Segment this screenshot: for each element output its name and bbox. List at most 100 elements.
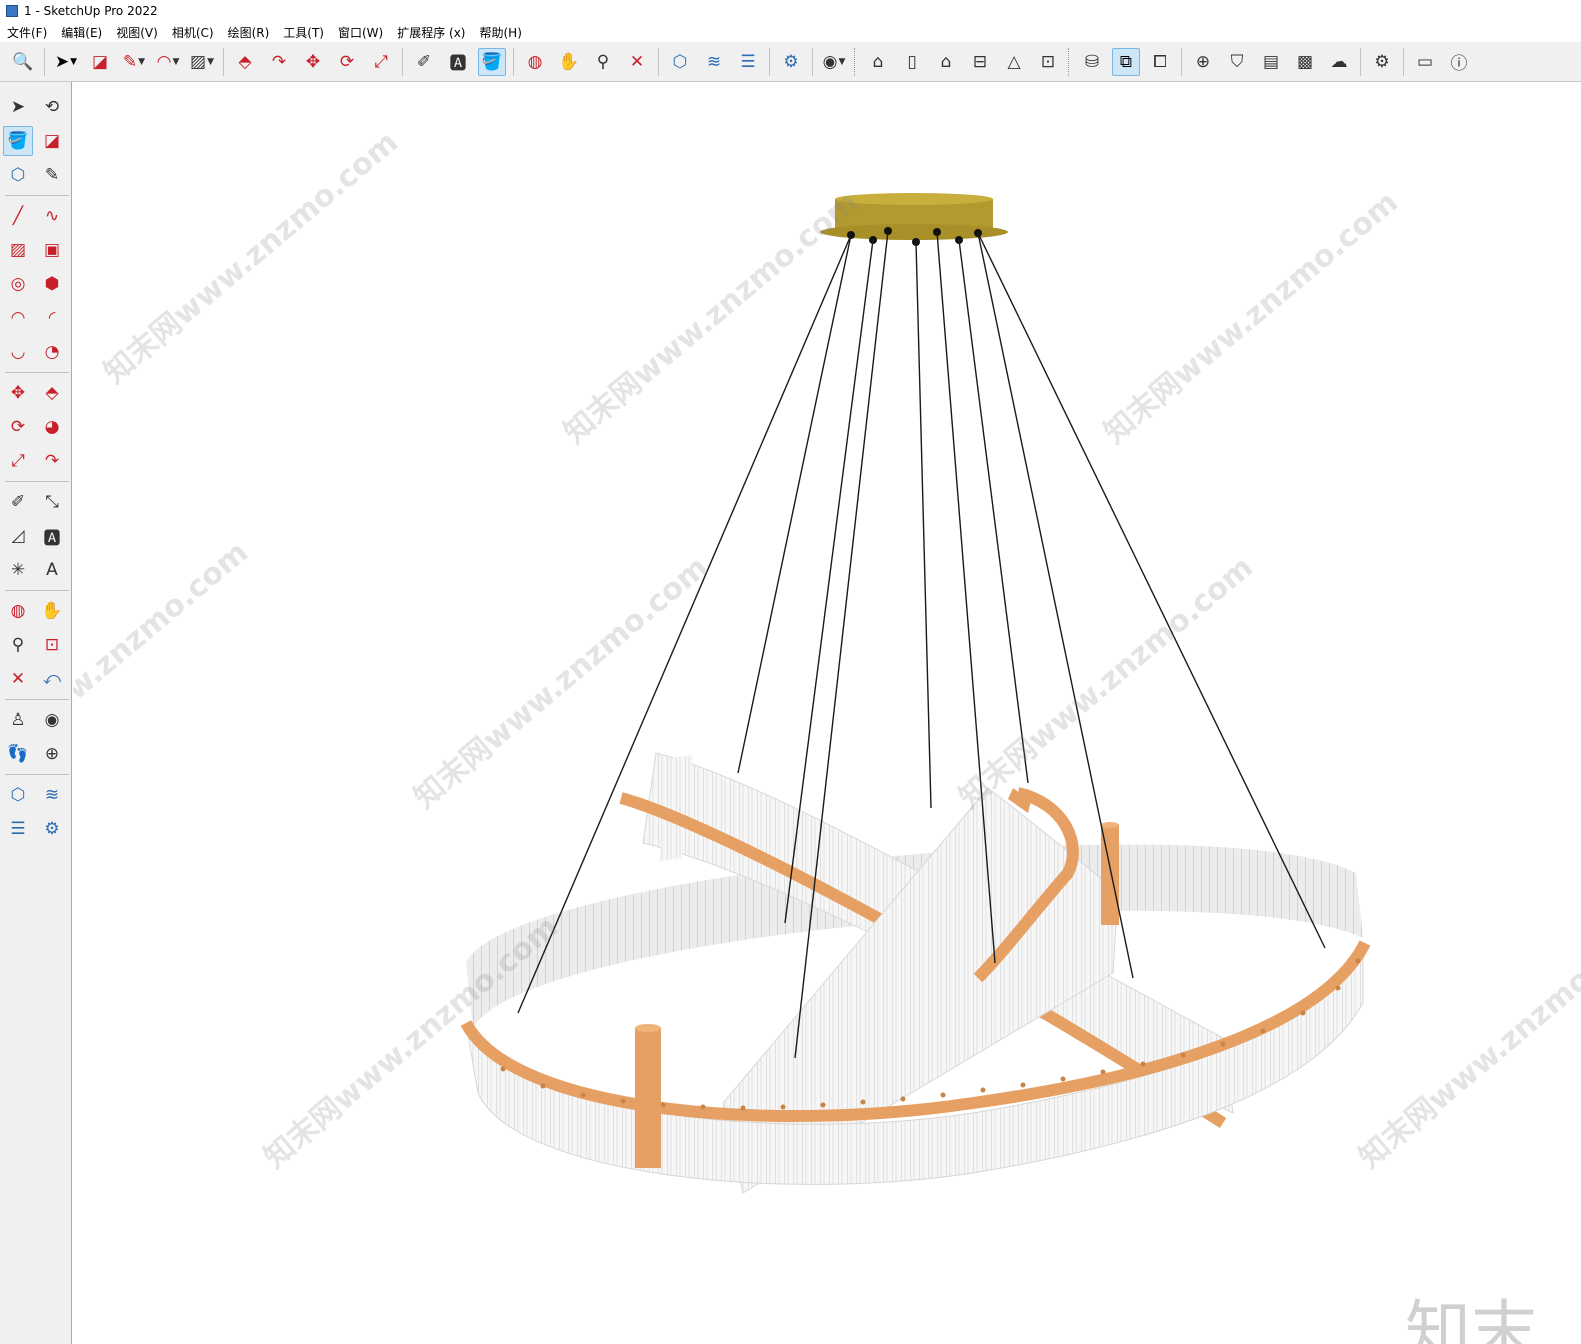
title-bar: 1 - SketchUp Pro 2022	[0, 0, 1581, 22]
chat-icon[interactable]: ▭	[1411, 48, 1439, 76]
menu-edit[interactable]: 编辑(E)	[54, 24, 109, 41]
settings-icon[interactable]: ⚙	[1368, 48, 1396, 76]
rotate-icon[interactable]: ⟳	[333, 48, 361, 76]
scale-icon[interactable]: ⤢	[367, 48, 395, 76]
report-icon[interactable]: ▤	[1257, 48, 1285, 76]
rotated-rectangle-icon[interactable]: ▣	[37, 235, 67, 265]
styles-panel-icon[interactable]: ≋	[37, 780, 67, 810]
arc-icon[interactable]: ◠ ▼	[154, 48, 182, 76]
walk-tool-icon[interactable]: 👣	[3, 739, 33, 769]
paint-bucket-tool-icon[interactable]: 🪣	[3, 126, 33, 156]
menu-extensions[interactable]: 扩展程序 (x)	[390, 24, 472, 41]
polygon-tool-icon[interactable]: ⬢	[37, 269, 67, 299]
text-icon[interactable]: 🅰	[444, 48, 472, 76]
add-icon[interactable]: ⊕	[1189, 48, 1217, 76]
menu-help[interactable]: 帮助(H)	[472, 24, 528, 41]
outliner-icon[interactable]: ⚙	[777, 48, 805, 76]
rectangle-icon[interactable]: ▨ ▼	[188, 48, 216, 76]
paint-bucket-icon[interactable]: 🪣	[478, 47, 506, 76]
tool-separator	[5, 481, 69, 482]
checker-icon[interactable]: ▩	[1291, 48, 1319, 76]
circle-tool-icon[interactable]: ◎	[3, 269, 33, 299]
layers-icon[interactable]: ☰	[734, 48, 762, 76]
layers-panel-icon[interactable]: ☰	[3, 814, 33, 844]
freehand-tool-icon[interactable]: ∿	[37, 201, 67, 231]
tag-tool-icon[interactable]: ✎	[37, 160, 67, 190]
search-icon[interactable]: 🔍	[9, 48, 37, 76]
orbit-icon[interactable]: ◍	[521, 48, 549, 76]
lasso-tool-icon[interactable]: ⟲	[37, 92, 67, 122]
line-tool-icon[interactable]: ╱	[3, 201, 33, 231]
eraser-tool-icon[interactable]: ◪	[37, 126, 67, 156]
text-tool-icon[interactable]: 🅰	[37, 521, 67, 551]
select-icon[interactable]: ➤ ▼	[52, 48, 80, 76]
follow-me-tool-icon[interactable]: ◕	[37, 412, 67, 442]
menu-window[interactable]: 窗口(W)	[331, 24, 390, 41]
move-tool-icon[interactable]: ✥	[3, 378, 33, 408]
make-component-icon[interactable]: ⬡	[3, 160, 33, 190]
zoom-extents-tool-icon[interactable]: ✕	[3, 664, 33, 694]
menu-tools[interactable]: 工具(T)	[276, 24, 331, 41]
arc-tool-icon[interactable]: ◠	[3, 303, 33, 333]
previous-view-icon[interactable]: ⤺	[37, 664, 67, 694]
toolbar-separator	[1181, 47, 1182, 76]
follow-me-icon[interactable]: ↷	[265, 48, 293, 76]
front-view-icon[interactable]: ⊟	[966, 48, 994, 76]
styles-icon[interactable]: ≋	[700, 48, 728, 76]
back-view-icon[interactable]: ⊡	[1034, 48, 1062, 76]
move-icon[interactable]: ✥	[299, 48, 327, 76]
two-point-arc-icon[interactable]: ◜	[37, 303, 67, 333]
toolbar-separator	[769, 47, 770, 76]
push-pull-tool-icon[interactable]: ⬘	[37, 378, 67, 408]
tool-separator	[5, 195, 69, 196]
warehouse-icon[interactable]: ⛁	[1078, 48, 1106, 76]
axes-tool-icon[interactable]: ✳	[3, 555, 33, 585]
section-icon[interactable]: ⧉	[1112, 47, 1140, 76]
section-plane-icon[interactable]: ⊕	[37, 739, 67, 769]
top-view-icon[interactable]: ▯	[898, 48, 926, 76]
zoom-tool-icon[interactable]: ⚲	[3, 630, 33, 660]
shield-icon[interactable]: ⛉	[1223, 48, 1251, 76]
push-pull-icon[interactable]: ⬘	[231, 48, 259, 76]
pie-tool-icon[interactable]: ◔	[37, 337, 67, 367]
look-around-icon[interactable]: ◉	[37, 705, 67, 735]
three-point-arc-icon[interactable]: ◡	[3, 337, 33, 367]
rotate-tool-icon[interactable]: ⟳	[3, 412, 33, 442]
toolbar-separator	[402, 47, 403, 76]
cloud-upload-icon[interactable]: ☁	[1325, 48, 1353, 76]
offset-tool-icon[interactable]: ↷	[37, 446, 67, 476]
iso-view-icon[interactable]: ⌂	[864, 48, 892, 76]
zoom-window-icon[interactable]: ⊡	[37, 630, 67, 660]
tape-measure-tool-icon[interactable]: ✐	[3, 487, 33, 517]
menu-camera[interactable]: 相机(C)	[165, 24, 221, 41]
toolbar-grip[interactable]	[1068, 47, 1072, 76]
orbit-tool-icon[interactable]: ◍	[3, 596, 33, 626]
dimension-tool-icon[interactable]: ⤡	[37, 487, 67, 517]
zoom-extents-icon[interactable]: ✕	[623, 48, 651, 76]
pencil-icon[interactable]: ✎ ▼	[120, 48, 148, 76]
home-icon[interactable]: ⌂	[932, 48, 960, 76]
pan-tool-icon[interactable]: ✋	[37, 596, 67, 626]
position-camera-icon[interactable]: ♙	[3, 705, 33, 735]
scale-tool-icon[interactable]: ⤢	[3, 446, 33, 476]
model-viewport[interactable]: 知末网www.znzmo.com 知末网www.znzmo.com 知末网www…	[73, 83, 1581, 1344]
rectangle-tool-icon[interactable]: ▨	[3, 235, 33, 265]
zoom-icon[interactable]: ⚲	[589, 48, 617, 76]
pan-icon[interactable]: ✋	[555, 48, 583, 76]
components-icon[interactable]: ⬡	[666, 48, 694, 76]
profile-icon[interactable]: ◉ ▼	[820, 48, 848, 76]
outliner-panel-icon[interactable]: ⚙	[37, 814, 67, 844]
menu-draw[interactable]: 绘图(R)	[221, 24, 277, 41]
right-view-icon[interactable]: △	[1000, 48, 1028, 76]
menu-view[interactable]: 视图(V)	[109, 24, 165, 41]
info-icon[interactable]: ⓘ	[1445, 48, 1473, 76]
tape-measure-icon[interactable]: ✐	[410, 48, 438, 76]
scene-icon[interactable]: ⧠	[1146, 48, 1174, 76]
protractor-tool-icon[interactable]: ◿	[3, 521, 33, 551]
menu-file[interactable]: 文件(F)	[0, 24, 54, 41]
toolbar-grip[interactable]	[854, 47, 858, 76]
eraser-icon[interactable]: ◪	[86, 48, 114, 76]
components-panel-icon[interactable]: ⬡	[3, 780, 33, 810]
3d-text-tool-icon[interactable]: A	[37, 555, 67, 585]
select-tool-icon[interactable]: ➤	[3, 92, 33, 122]
